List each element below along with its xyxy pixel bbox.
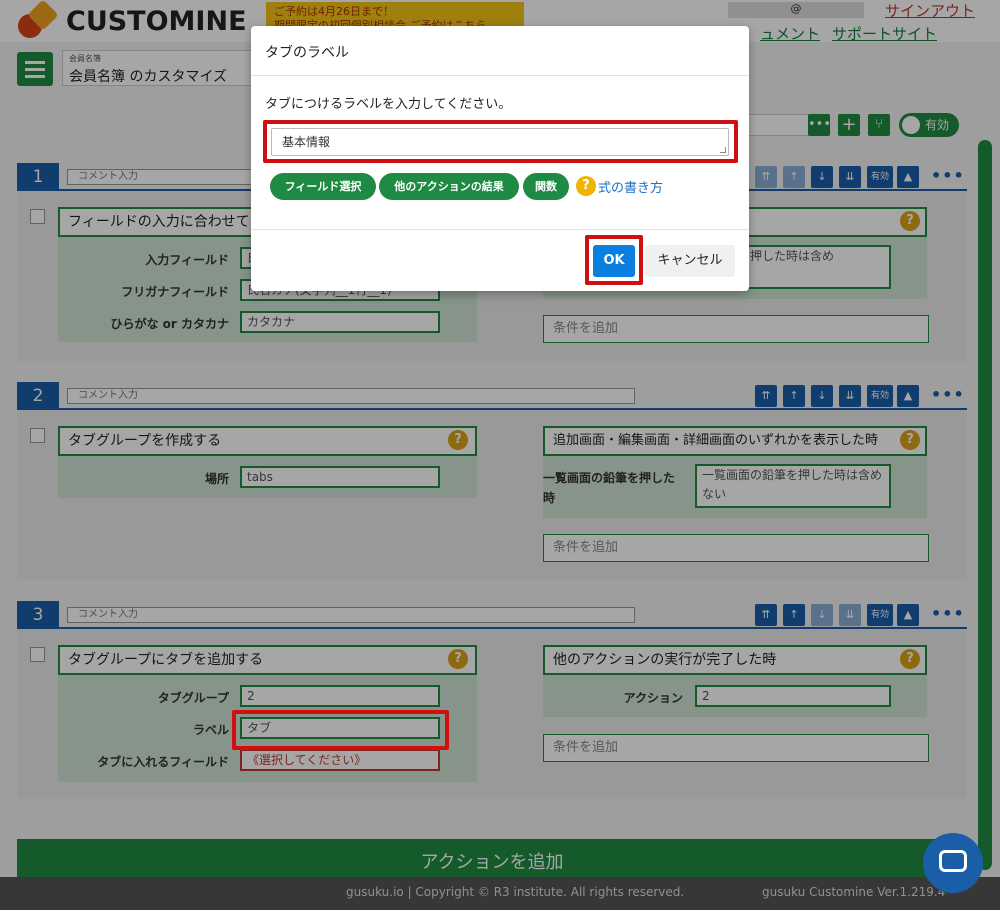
tab-label-dialog: タブのラベル タブにつけるラベルを入力してください。 基本情報 フィールド選択 … — [251, 26, 749, 291]
cancel-button[interactable]: キャンセル — [645, 245, 735, 277]
dialog-divider — [251, 75, 749, 76]
formula-help-text: 式の書き方 — [598, 180, 664, 196]
help-icon: ? — [576, 176, 596, 196]
formula-help-link[interactable]: ? 式の書き方 — [576, 176, 663, 196]
chat-button[interactable] — [923, 833, 983, 893]
field-select-button[interactable]: フィールド選択 — [270, 173, 376, 200]
dialog-title: タブのラベル — [265, 45, 349, 61]
highlight-label-input — [263, 120, 738, 163]
function-button[interactable]: 関数 — [523, 173, 569, 200]
chat-icon — [939, 850, 967, 872]
dialog-divider — [251, 229, 749, 230]
dialog-prompt: タブにつけるラベルを入力してください。 — [265, 97, 512, 112]
highlight-ok-button — [585, 235, 643, 285]
highlight-label-field — [232, 710, 449, 750]
other-action-result-button[interactable]: 他のアクションの結果 — [379, 173, 519, 200]
